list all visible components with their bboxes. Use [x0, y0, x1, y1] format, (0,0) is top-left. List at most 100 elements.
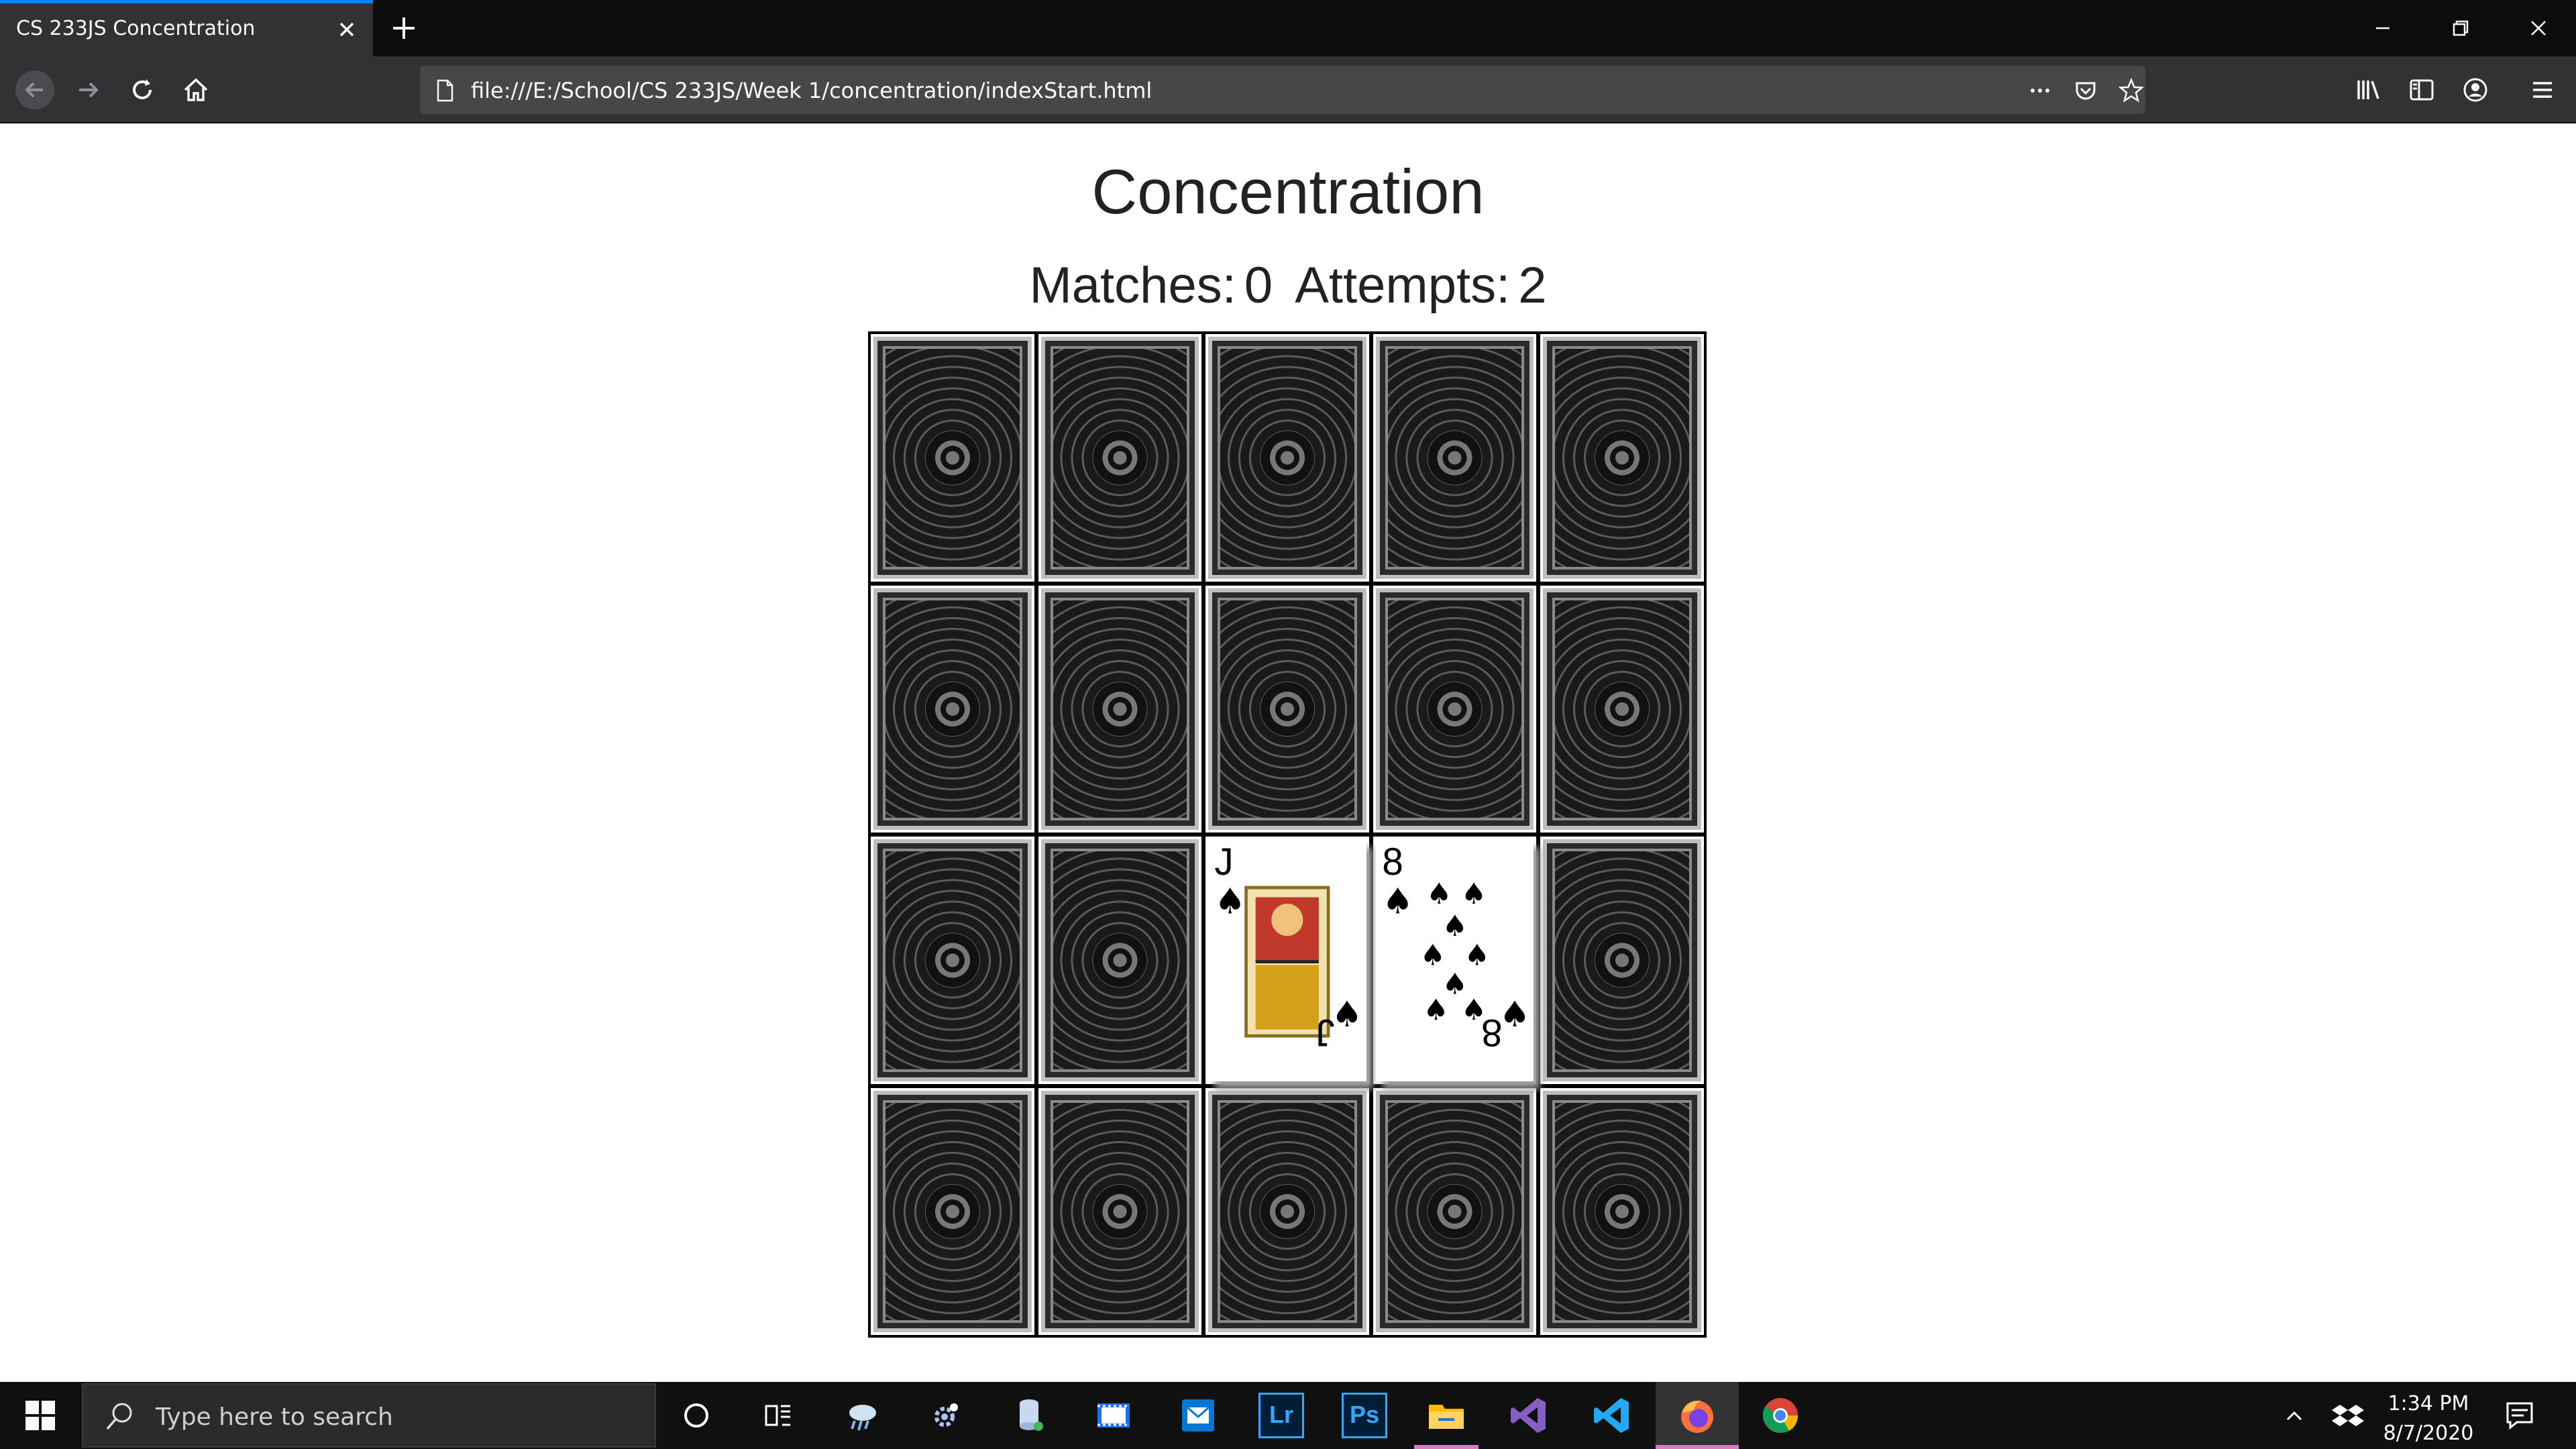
account-icon[interactable] [2457, 71, 2494, 109]
search-placeholder: Type here to search [156, 1403, 393, 1431]
card-pip: ♠ [1461, 877, 1487, 911]
card-face-down[interactable] [1373, 585, 1537, 833]
card-rank-top: 8 [1382, 840, 1403, 883]
url-text[interactable]: file:///E:/School/CS 233JS/Week 1/concen… [471, 78, 1152, 103]
show-hidden-icons-chevron-icon[interactable] [2271, 1393, 2317, 1438]
card-back-pattern [1208, 1090, 1366, 1332]
card-back-pattern [1208, 337, 1366, 579]
search-icon [106, 1403, 132, 1430]
library-icon[interactable] [2349, 71, 2387, 109]
card-front: 8 ♠ ♠ ♠ ♠ ♠ ♠ ♠ ♠ ♠ 8 ♠ [1375, 839, 1534, 1081]
taskbar-search-box[interactable]: Type here to search [82, 1383, 656, 1448]
card-face-down[interactable] [1205, 1087, 1369, 1335]
card-back-pattern [873, 337, 1032, 579]
page-content: Concentration Matches: 0 Attempts: 2 J ♠ J ♠ 8… [0, 125, 2576, 1382]
weather-icon[interactable] [840, 1393, 885, 1438]
card-suit-top: ♠ [1382, 881, 1413, 922]
card-face-down[interactable] [1038, 585, 1202, 833]
card-face-down[interactable] [1205, 334, 1369, 582]
matches-count: 0 [1244, 257, 1273, 314]
card-suit-bottom: ♠ [1332, 994, 1362, 1035]
visual-studio-icon[interactable] [1507, 1393, 1552, 1438]
database-icon[interactable] [1008, 1393, 1053, 1438]
card-back-pattern [1040, 839, 1199, 1081]
bookmark-star-icon[interactable] [2117, 76, 2145, 105]
explorer-running-indicator [1414, 1445, 1479, 1449]
forward-icon[interactable] [70, 71, 107, 109]
attempts-label: Attempts: [1295, 257, 1511, 314]
tab-strip: CS 233JS Concentration [0, 0, 2576, 56]
page-actions-icon[interactable] [2026, 76, 2054, 105]
page-icon [437, 79, 453, 102]
card-suit-bottom: ♠ [1499, 994, 1530, 1035]
browser-tab[interactable]: CS 233JS Concentration [0, 0, 373, 56]
card-rank-top: J [1215, 840, 1234, 883]
card-face-down[interactable] [1373, 1087, 1537, 1335]
outlook-icon[interactable] [1175, 1393, 1221, 1438]
firefox-icon[interactable] [1674, 1393, 1720, 1438]
card-face-down[interactable] [871, 1087, 1034, 1335]
reload-icon[interactable] [123, 71, 161, 109]
card-pip: ♠ [1426, 877, 1452, 911]
home-icon[interactable] [177, 71, 215, 109]
task-view-icon[interactable] [755, 1393, 801, 1438]
media-icon[interactable] [1091, 1393, 1136, 1438]
new-tab-icon[interactable] [386, 11, 421, 46]
card-pip: ♠ [1423, 994, 1448, 1027]
card-back-pattern [1375, 588, 1534, 830]
system-clock[interactable]: 1:34 PM 8/7/2020 [2361, 1391, 2496, 1446]
card-back-pattern [873, 839, 1032, 1081]
card-back-pattern [1543, 1090, 1701, 1332]
address-bar[interactable]: file:///E:/School/CS 233JS/Week 1/concen… [420, 66, 2145, 114]
pocket-icon[interactable] [2072, 76, 2100, 105]
card-face-down[interactable] [1038, 837, 1202, 1084]
card-pip: ♠ [1464, 938, 1490, 972]
card-back-pattern [873, 1090, 1032, 1332]
clock-date: 8/7/2020 [2383, 1421, 2474, 1445]
card-face-down[interactable] [1540, 837, 1704, 1084]
card-face-down[interactable] [871, 837, 1034, 1084]
settings-icon[interactable] [923, 1393, 969, 1438]
card-face-down[interactable] [1205, 585, 1369, 833]
card-face-down[interactable] [1373, 334, 1537, 582]
vscode-icon[interactable] [1590, 1393, 1635, 1438]
card-face-up[interactable]: 8 ♠ ♠ ♠ ♠ ♠ ♠ ♠ ♠ ♠ 8 ♠ [1373, 837, 1537, 1084]
matches-label: Matches: [1029, 257, 1236, 314]
card-back-pattern [1543, 839, 1701, 1081]
close-tab-icon[interactable] [331, 14, 362, 45]
clock-time: 1:34 PM [2387, 1392, 2469, 1415]
card-back-pattern [1375, 337, 1534, 579]
card-back-pattern [1208, 588, 1366, 830]
page-title: Concentration [1091, 156, 1485, 227]
card-board: J ♠ J ♠ 8 ♠ ♠ ♠ ♠ ♠ ♠ ♠ ♠ ♠ 8 ♠ [868, 331, 1707, 1338]
card-suit-top: ♠ [1215, 881, 1246, 922]
photoshop-icon[interactable]: Ps [1342, 1393, 1387, 1438]
card-face-down[interactable] [1540, 1087, 1704, 1335]
file-explorer-icon[interactable] [1424, 1393, 1469, 1438]
card-back-pattern [1040, 1090, 1199, 1332]
restore-icon[interactable] [2442, 9, 2479, 47]
card-face-down[interactable] [1038, 334, 1202, 582]
card-face-down[interactable] [1540, 334, 1704, 582]
action-center-icon[interactable] [2497, 1393, 2542, 1438]
attempts-count: 2 [1518, 257, 1547, 314]
card-back-pattern [1543, 588, 1701, 830]
back-icon[interactable] [15, 70, 55, 110]
navigation-toolbar: file:///E:/School/CS 233JS/Week 1/concen… [0, 56, 2576, 123]
card-face-down[interactable] [1540, 585, 1704, 833]
windows-start-icon[interactable] [23, 1398, 58, 1433]
sidebar-icon[interactable] [2403, 71, 2440, 109]
card-face-down[interactable] [871, 585, 1034, 833]
card-face-down[interactable] [871, 334, 1034, 582]
card-face-down[interactable] [1038, 1087, 1202, 1335]
card-back-pattern [1543, 337, 1701, 579]
chrome-icon[interactable] [1758, 1393, 1803, 1438]
lightroom-icon[interactable]: Lr [1258, 1393, 1304, 1438]
close-window-icon[interactable] [2520, 9, 2557, 47]
card-face-up[interactable]: J ♠ J ♠ [1205, 837, 1369, 1084]
cortana-icon[interactable] [674, 1393, 719, 1438]
score-status: Matches: 0 Attempts: 2 [0, 256, 2576, 315]
tab-title: CS 233JS Concentration [16, 17, 256, 40]
minimize-icon[interactable] [2364, 9, 2402, 47]
menu-icon[interactable] [2524, 71, 2561, 109]
